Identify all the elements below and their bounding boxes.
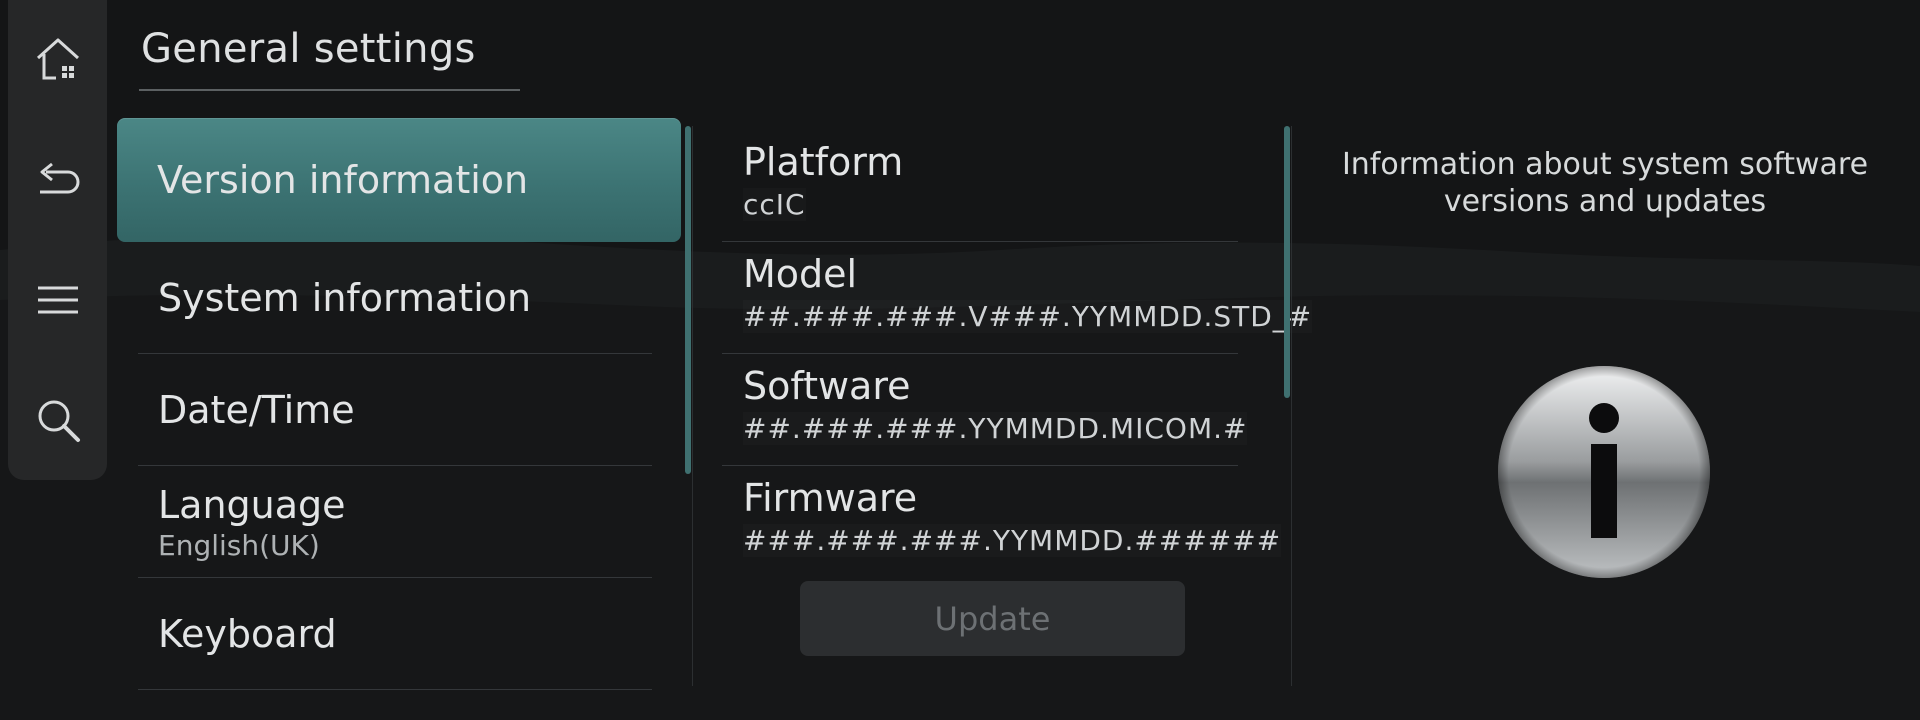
menu-item-version-information[interactable]: Version information <box>117 118 681 242</box>
menu-button[interactable] <box>8 250 107 350</box>
column-divider <box>692 126 693 686</box>
menu-item-label: Keyboard <box>158 612 337 656</box>
info-row-platform: Platform ccIC <box>722 130 1238 242</box>
info-scrollbar[interactable] <box>1284 126 1290 398</box>
info-value: ##.###.###.YYMMDD.MICOM.# <box>743 412 1248 445</box>
menu-item-language[interactable]: Language English(UK) <box>118 466 682 578</box>
menu-item-system-information[interactable]: System information <box>118 242 682 354</box>
divider <box>138 689 652 690</box>
description-text: Information about system software versio… <box>1341 147 1869 219</box>
menu-item-label: Language <box>158 482 346 527</box>
menu-scrollbar[interactable] <box>685 126 691 474</box>
menu-item-date-time[interactable]: Date/Time <box>118 354 682 466</box>
info-row-firmware: Firmware ###.###.###.YYMMDD.###### <box>722 466 1280 578</box>
info-value: ccIC <box>743 188 806 221</box>
info-row-software: Software ##.###.###.YYMMDD.MICOM.# <box>722 354 1246 466</box>
home-button[interactable] <box>8 10 107 110</box>
menu-item-label: System information <box>158 276 532 320</box>
search-button[interactable] <box>8 370 107 470</box>
info-row-model: Model ##.###.###.V###.YYMMDD.STD_# <box>722 242 1311 354</box>
info-label: Software <box>743 364 911 408</box>
version-info-list: Platform ccIC Model ##.###.###.V###.YYMM… <box>722 130 1311 578</box>
back-icon <box>39 162 79 194</box>
home-icon <box>36 38 79 80</box>
info-icon <box>1498 366 1710 578</box>
menu-item-sublabel: English(UK) <box>158 528 320 562</box>
menu-item-label: Version information <box>157 158 529 202</box>
info-label: Platform <box>743 140 904 184</box>
menu-item-label: Date/Time <box>158 388 355 432</box>
info-value: ##.###.###.V###.YYMMDD.STD_# <box>743 300 1313 333</box>
side-rail <box>8 0 107 480</box>
menu-icon <box>37 286 78 314</box>
info-value: ###.###.###.YYMMDD.###### <box>743 524 1282 557</box>
page-title: General settings <box>141 26 476 72</box>
column-divider <box>1291 126 1292 686</box>
back-button[interactable] <box>8 130 107 230</box>
search-icon <box>38 400 80 442</box>
menu-item-keyboard[interactable]: Keyboard <box>118 578 682 690</box>
info-label: Model <box>743 252 858 296</box>
update-button[interactable]: Update <box>800 581 1185 656</box>
settings-menu: Version information System information D… <box>117 118 682 690</box>
info-label: Firmware <box>743 476 918 520</box>
title-underline <box>139 89 520 91</box>
